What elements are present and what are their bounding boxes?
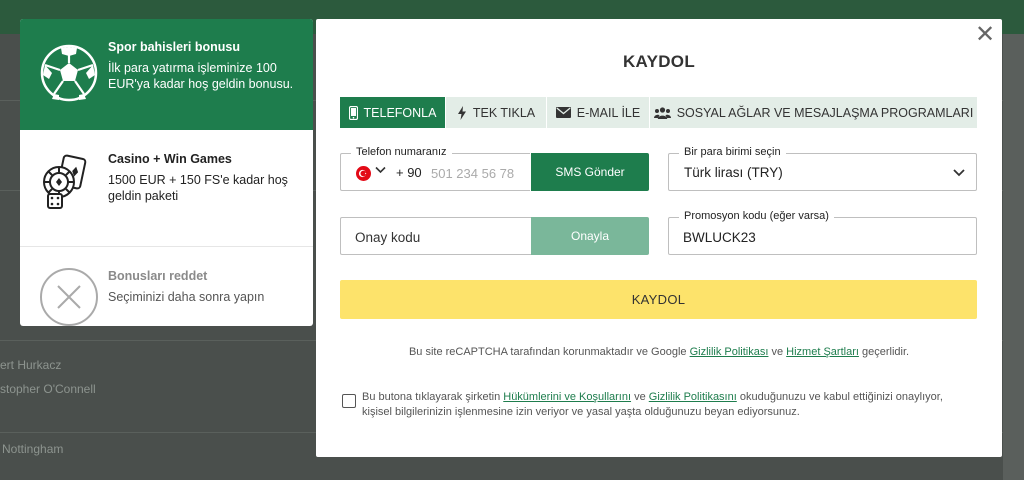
users-icon xyxy=(653,106,671,119)
background-text: stopher O'Connell xyxy=(0,382,96,396)
terms-notice: Bu butona tıklayarak şirketin Hükümlerin… xyxy=(362,390,962,420)
promo-code-field: Promosyon kodu (eğer varsa) xyxy=(668,210,977,255)
confirmation-code-field xyxy=(340,217,531,255)
phone-input[interactable] xyxy=(431,163,526,183)
close-icon[interactable]: ✕ xyxy=(974,23,996,47)
lightning-icon xyxy=(457,105,467,120)
tab-email[interactable]: E-MAIL İLE xyxy=(547,97,650,128)
bonus-title: Casino + Win Games xyxy=(108,152,232,166)
tab-social[interactable]: SOSYAL AĞLAR VE MESAJLAŞMA PROGRAMLARI xyxy=(650,97,977,128)
phone-field: Telefon numaranız + 90 xyxy=(340,146,530,191)
register-method-tabs: TELEFONLA TEK TIKLA E-MAIL İLE SOSYAL AĞ… xyxy=(340,97,977,128)
envelope-icon xyxy=(555,107,571,118)
chevron-down-icon xyxy=(952,165,966,179)
promo-field-label: Promosyon kodu (eğer varsa) xyxy=(679,210,834,222)
soccer-ball-icon xyxy=(39,43,99,103)
bonus-description: İlk para yatırma işleminize 100 EUR'ya k… xyxy=(108,61,294,91)
bonus-title: Bonusları reddet xyxy=(108,269,208,283)
recaptcha-text: geçerlidir. xyxy=(858,346,910,358)
terms-checkbox[interactable] xyxy=(342,394,356,408)
recaptcha-text: ve xyxy=(768,346,787,358)
bonus-description: Seçiminizi daha sonra yapın xyxy=(108,290,265,304)
recaptcha-notice: Bu site reCAPTCHA tarafından korunmaktad… xyxy=(316,346,1002,358)
tab-label: E-MAIL İLE xyxy=(576,105,641,120)
tab-phone[interactable]: TELEFONLA xyxy=(340,97,446,128)
background-text: ert Hurkacz xyxy=(0,358,62,372)
casino-chips-cards-icon xyxy=(39,154,99,214)
tab-label: SOSYAL AĞLAR VE MESAJLAŞMA PROGRAMLARI xyxy=(676,105,974,120)
country-dropdown-chevron-icon[interactable] xyxy=(375,165,386,177)
privacy-policy-link[interactable]: Gizlilik Politikasını xyxy=(649,391,737,403)
promo-code-input[interactable] xyxy=(683,227,963,247)
mobile-phone-icon xyxy=(348,105,358,120)
phone-field-label: Telefon numaranız xyxy=(351,146,452,158)
tab-label: TELEFONLA xyxy=(363,105,437,120)
confirmation-code-input[interactable] xyxy=(355,227,525,247)
modal-title: KAYDOL xyxy=(622,52,696,71)
terms-text: ve xyxy=(631,391,649,403)
bonus-option-reject[interactable]: Bonusları reddet Seçiminizi daha sonra y… xyxy=(20,247,313,326)
confirm-code-button[interactable]: Onayla xyxy=(531,217,649,255)
currency-field-label: Bir para birimi seçin xyxy=(679,146,786,158)
bonus-title: Spor bahisleri bonusu xyxy=(108,40,240,54)
tab-one-click[interactable]: TEK TIKLA xyxy=(446,97,547,128)
google-terms-link[interactable]: Hizmet Şartları xyxy=(786,346,859,358)
currency-select[interactable]: Bir para birimi seçin Türk lirası (TRY) xyxy=(668,146,977,191)
terms-conditions-link[interactable]: Hükümlerini ve Koşullarını xyxy=(503,391,631,403)
register-submit-button[interactable]: KAYDOL xyxy=(340,280,977,319)
currency-value: Türk lirası (TRY) xyxy=(684,165,783,180)
tab-label: TEK TIKLA xyxy=(472,105,536,120)
bonus-description: 1500 EUR + 150 FS'e kadar hoş geldin pak… xyxy=(108,173,288,203)
google-privacy-link[interactable]: Gizlilik Politikası xyxy=(690,346,769,358)
country-code: + 90 xyxy=(396,165,422,180)
bonus-option-sport[interactable]: Spor bahisleri bonusu İlk para yatırma i… xyxy=(20,19,313,130)
background-text: Nottingham xyxy=(2,442,64,456)
turkey-flag-icon[interactable] xyxy=(356,166,371,181)
terms-text: Bu butona tıklayarak şirketin xyxy=(362,391,504,403)
background-right-column xyxy=(1003,34,1024,480)
bonus-panel: Spor bahisleri bonusu İlk para yatırma i… xyxy=(20,19,313,326)
close-circle-icon xyxy=(39,267,99,326)
bonus-option-casino[interactable]: Casino + Win Games 1500 EUR + 150 FS'e k… xyxy=(20,130,313,247)
send-sms-button[interactable]: SMS Gönder xyxy=(531,153,649,191)
register-modal: ✕ KAYDOL TELEFONLA TEK TIKLA E-MAIL İLE … xyxy=(316,19,1002,457)
recaptcha-text: Bu site reCAPTCHA tarafından korunmaktad… xyxy=(408,346,690,358)
